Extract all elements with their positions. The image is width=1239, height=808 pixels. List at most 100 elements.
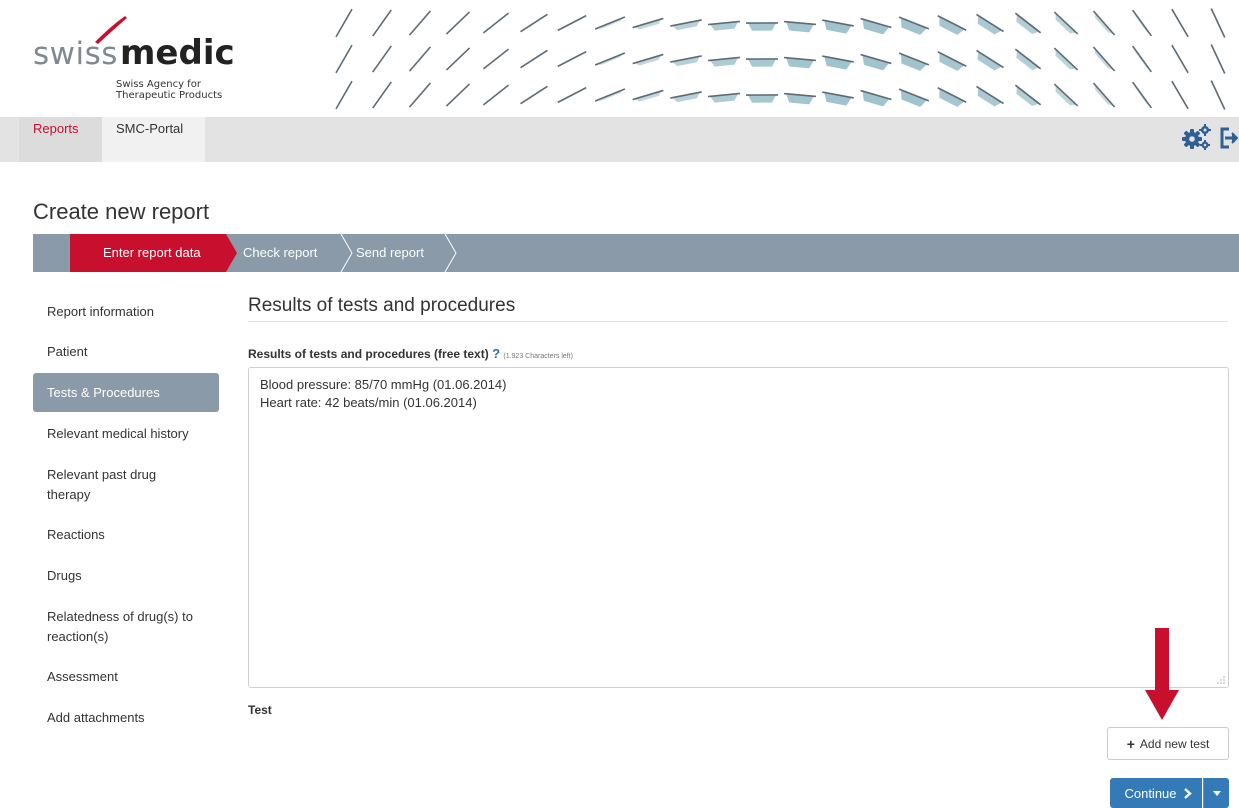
banner-stroke (783, 20, 817, 33)
sidebar-item-assessment[interactable]: Assessment (33, 667, 219, 687)
banner-stroke (482, 48, 510, 70)
banner-stroke (1053, 83, 1079, 107)
logo-medic-text: medic (120, 33, 235, 73)
banner-stroke (520, 85, 548, 105)
banner-stroke (335, 8, 353, 38)
banner-stroke (860, 53, 892, 71)
sidebar-item-relevant-medical-history[interactable]: Relevant medical history (33, 424, 219, 444)
logo-swiss-text: swiss (33, 36, 118, 72)
banner-stroke (445, 83, 471, 107)
plus-icon: + (1126, 735, 1135, 752)
banner-stroke (557, 50, 587, 68)
banner-stroke (632, 17, 664, 30)
sidebar-item-relevant-past-drug-therapy[interactable]: Relevant past drug therapy (33, 465, 183, 505)
stepper-shapes (70, 234, 457, 272)
banner-stroke (408, 46, 432, 72)
nav-tab-smc-portal[interactable]: SMC-Portal (102, 117, 205, 162)
banner-stroke (783, 56, 817, 69)
sidebar-item-report-information[interactable]: Report information (33, 302, 219, 322)
banner-stroke (745, 94, 779, 103)
resize-grip-icon[interactable] (1217, 676, 1225, 684)
banner-stroke (822, 91, 854, 106)
banner-stroke (594, 52, 626, 66)
annotation-arrow-icon (1145, 628, 1179, 720)
continue-button[interactable]: Continue (1110, 778, 1202, 808)
section-title: Results of tests and procedures (248, 295, 516, 316)
banner-stroke (1131, 81, 1153, 109)
banner-stroke (860, 17, 892, 35)
banner-stroke (1131, 45, 1153, 73)
banner-stroke (632, 89, 664, 102)
swissmedic-logo[interactable]: swiss medic Swiss Agency for Therapeutic… (33, 14, 243, 114)
sidebar-item-label: Add attachments (47, 710, 145, 725)
logout-icon[interactable] (1220, 127, 1239, 149)
sidebar-item-add-attachments[interactable]: Add attachments (33, 708, 219, 728)
banner-stroke (594, 16, 626, 30)
sidebar-item-label: Relevant past drug therapy (47, 467, 157, 502)
add-new-test-button[interactable]: + Add new test (1107, 727, 1229, 760)
banner-stroke (937, 15, 967, 35)
banner-stroke (520, 49, 548, 69)
banner-stroke (1171, 80, 1189, 110)
step-enter-report-data[interactable]: Enter report data (103, 234, 201, 272)
banner-stroke (898, 16, 930, 35)
banner-stroke (372, 81, 392, 109)
step-check-report[interactable]: Check report (243, 234, 317, 272)
sidebar-item-drugs[interactable]: Drugs (33, 566, 219, 586)
sidebar-item-reactions[interactable]: Reactions (33, 525, 219, 545)
sidebar-item-label: Relevant medical history (47, 426, 189, 441)
banner-stroke (670, 91, 702, 103)
banner-stroke (372, 45, 392, 73)
results-free-text-textarea[interactable]: Blood pressure: 85/70 mmHg (01.06.2014) … (248, 367, 1229, 688)
banner-stroke (1171, 44, 1189, 74)
continue-dropdown-toggle[interactable] (1203, 778, 1229, 808)
caret-down-icon (1212, 790, 1221, 796)
logo-tagline: Swiss Agency for Therapeutic Products (116, 79, 222, 101)
sidebar-item-tests-procedures[interactable]: Tests & Procedures (33, 373, 219, 412)
nav-tab-reports[interactable]: Reports (19, 117, 102, 162)
sidebar-item-label: Assessment (47, 669, 118, 684)
header: swiss medic Swiss Agency for Therapeutic… (0, 0, 1239, 117)
banner-stroke (670, 19, 702, 31)
textarea-line: Heart rate: 42 beats/min (01.06.2014) (260, 395, 477, 410)
test-section-label: Test (248, 703, 272, 717)
banner-stroke (335, 80, 353, 110)
sidebar-item-relatedness[interactable]: Relatedness of drug(s) to reaction(s) (33, 607, 219, 647)
banner-stroke (898, 52, 930, 71)
step-enter-report-data-label: Enter report data (103, 245, 201, 260)
banner-stroke (1131, 9, 1153, 37)
step-send-report[interactable]: Send report (356, 234, 424, 272)
step-send-report-label: Send report (356, 245, 424, 260)
banner-stroke (745, 58, 779, 67)
banner-stroke (557, 14, 587, 32)
banner-stroke (937, 51, 967, 71)
sidebar-item-label: Report information (47, 304, 154, 319)
help-icon[interactable]: ? (492, 346, 500, 361)
sidebar-item-label: Patient (47, 344, 88, 359)
banner-stroke (1014, 12, 1042, 34)
banner-stroke (1210, 44, 1226, 74)
banner-stroke (408, 10, 432, 36)
banner-stroke (822, 55, 854, 70)
banner-stroke (408, 82, 432, 108)
banner-stroke (557, 86, 587, 104)
banner-stroke (445, 47, 471, 71)
top-nav-bar: Reports SMC-Portal (0, 117, 1239, 162)
free-text-field-label: Results of tests and procedures (free te… (248, 346, 573, 361)
settings-gears-icon[interactable] (1182, 124, 1211, 150)
banner-stroke (1014, 48, 1042, 70)
tagline-line-2: Therapeutic Products (116, 90, 223, 101)
banner-stroke (335, 44, 353, 74)
banner-stroke (1210, 8, 1226, 38)
sidebar-item-label: Reactions (47, 527, 105, 542)
banner-stroke (1053, 11, 1079, 35)
sidebar-item-patient[interactable]: Patient (33, 342, 219, 362)
banner-stroke (707, 20, 741, 31)
banner-stroke (1092, 82, 1116, 108)
banner-stroke (1210, 80, 1226, 110)
sidebar-item-label: Relatedness of drug(s) to reaction(s) (47, 609, 193, 644)
banner-stroke (745, 22, 779, 31)
banner-stroke (976, 85, 1004, 107)
nav-tab-reports-label: Reports (33, 121, 79, 136)
banner-stroke (632, 53, 664, 66)
